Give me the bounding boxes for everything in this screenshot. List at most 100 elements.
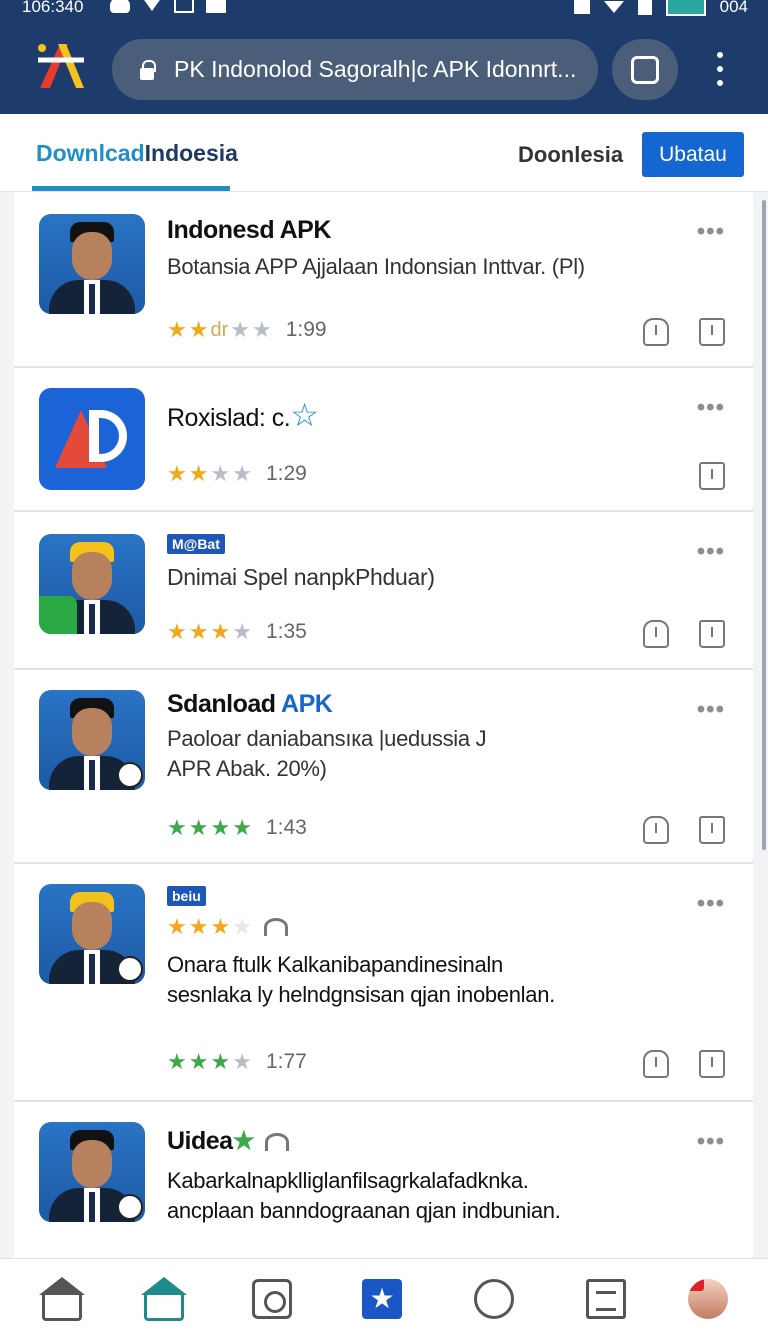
active-tab-indicator (32, 186, 230, 191)
app-description-line2: ancplaan banndograanan qjan indbunian. (167, 1198, 561, 1223)
list-item[interactable]: Roxislad: c.☆ ★ ★ ★ ★ 1:29 ••• (14, 368, 753, 512)
tabs-button[interactable] (612, 39, 678, 100)
url-text: PK Indonolod Sagoralh|c APK Idonnrt... (174, 56, 577, 82)
star-icon: ★ (232, 815, 252, 840)
share-icon[interactable] (643, 816, 669, 844)
lock-icon (138, 59, 156, 80)
list-item[interactable]: Sdanload APK Paoloar daniabansıка |uedus… (14, 670, 753, 864)
chat-icon[interactable] (474, 1279, 514, 1319)
star-icon: ★ (210, 815, 231, 840)
status-bar: 106:340 004 (0, 0, 768, 22)
app-tag: M@Bat (167, 534, 225, 554)
star-icon: ★ (232, 619, 252, 644)
app-description-line2: APR Abak. 20%) (167, 756, 327, 781)
app-rating: ★ ★ ★ ★ 1:35 (167, 620, 307, 644)
tab-label-part1: Downlcad (36, 140, 145, 166)
app-description: Onara ftulk Kalkanibapandinesinaln (167, 952, 503, 977)
save-icon[interactable] (699, 620, 725, 648)
list-item[interactable]: beiu ★ ★ ★ ★ Onara ftulk Kalkanibapandines… (14, 864, 753, 1102)
home-active-icon[interactable] (141, 1277, 187, 1321)
page-header: DownlcadIndoesia Doonlesia Ubatau (0, 114, 768, 192)
star-icon: ★ (167, 914, 187, 939)
more-vert-icon[interactable] (706, 52, 734, 86)
url-bar[interactable]: PK Indonolod Sagoralh|c APK Idonnrt... (112, 39, 598, 100)
save-icon[interactable] (699, 318, 725, 346)
notification-mail-icon (174, 0, 194, 13)
status-time: 106:340 (22, 0, 84, 16)
save-icon[interactable] (699, 816, 725, 844)
scrollbar[interactable] (762, 200, 766, 850)
app-thumbnail (39, 534, 145, 634)
notification-app-icon (206, 0, 226, 13)
profile-avatar-icon[interactable] (688, 1279, 728, 1319)
app-title[interactable]: Sdanload APK (167, 690, 333, 719)
app-rating: ★ ★ dr ★ ★ 1:99 (167, 318, 327, 342)
star-icon: ★ (188, 619, 209, 644)
app-title-text: Uidea (167, 1127, 233, 1155)
share-icon[interactable] (643, 620, 669, 648)
star-icon: ★ (232, 461, 252, 486)
rating-text: dr (210, 318, 229, 341)
more-options-icon[interactable]: ••• (697, 1128, 725, 1156)
star-icon: ★ (210, 619, 231, 644)
star-icon: ★ (167, 815, 187, 840)
star-icon: ★ (167, 619, 187, 644)
more-options-icon[interactable]: ••• (697, 890, 725, 918)
app-description: Dnimai Spel nanpkPhduar) (167, 564, 435, 590)
more-options-icon[interactable]: ••• (697, 538, 725, 566)
rating-count: 1:29 (265, 462, 307, 485)
app-description: Paoloar daniabansıка |uedussia J (167, 726, 487, 751)
app-top-rating: ★ ★ ★ ★ (167, 916, 288, 938)
share-icon[interactable] (643, 1050, 669, 1078)
browser-chrome: 106:340 004 PK Indonolod Sagoralh|c APK … (0, 0, 768, 114)
app-rating: ★ ★ ★ ★ 1:43 (167, 816, 307, 840)
tab-label-part2: Indoesia (144, 140, 238, 166)
list-item[interactable]: Indonesd APK Botansia APP Ajjalaan Indon… (14, 192, 753, 368)
notification-download-icon (142, 0, 162, 11)
star-icon: ★ (188, 914, 209, 939)
star-icon: ★ (232, 1049, 252, 1074)
star-icon: ★ (188, 815, 209, 840)
share-icon[interactable] (643, 318, 669, 346)
rating-count: 1:77 (265, 1050, 307, 1073)
app-thumbnail (39, 388, 145, 490)
star-icon: ★ (252, 317, 272, 342)
cell-icon (637, 0, 652, 15)
app-list: Indonesd APK Botansia APP Ajjalaan Indon… (14, 192, 753, 1258)
battery-icon (665, 0, 706, 16)
app-title[interactable]: Roxislad: c.☆ (167, 396, 319, 434)
app-title-part2: APK (281, 690, 333, 718)
more-options-icon[interactable]: ••• (697, 394, 725, 422)
settings-icon[interactable] (252, 1279, 292, 1319)
app-rating: ★ ★ ★ ★ 1:29 (167, 462, 307, 486)
star-icon: ★ (210, 461, 231, 486)
list-icon[interactable] (586, 1279, 626, 1319)
app-title-text: Roxislad: c. (167, 404, 291, 432)
tabs-icon (631, 55, 659, 84)
star-icon: ★ (188, 317, 209, 342)
list-item[interactable]: Uidea★ Kabarkalnapklliglanfilsagrkalafad… (14, 1102, 753, 1258)
tab-doonlesia[interactable]: Doonlesia (518, 142, 623, 168)
app-thumbnail (39, 690, 145, 790)
list-item[interactable]: M@Bat Dnimai Spel nanpkPhduar) ★ ★ ★ ★ 1:3… (14, 512, 753, 670)
more-options-icon[interactable]: ••• (697, 218, 725, 246)
ubatau-button[interactable]: Ubatau (642, 132, 744, 177)
app-description: Kabarkalnapklliglanfilsagrkalafadknka. (167, 1168, 529, 1193)
save-icon[interactable] (699, 462, 725, 490)
star-icon: ★ (188, 461, 209, 486)
app-title[interactable]: Indonesd APK (167, 216, 331, 245)
home-outline-icon[interactable] (39, 1277, 85, 1321)
tab-download-indonesia[interactable]: DownlcadIndoesia (36, 140, 238, 167)
signal-icon (264, 1133, 289, 1152)
apk-logo-icon[interactable] (34, 40, 88, 90)
save-icon[interactable] (699, 1050, 725, 1078)
star-icon: ★ (232, 914, 252, 939)
app-title[interactable]: Uidea★ (167, 1126, 289, 1156)
star-outline-icon: ☆ (290, 397, 319, 433)
corner-badge-icon (117, 956, 143, 982)
star-badge-icon[interactable]: ★ (362, 1279, 402, 1319)
status-notification-icons (110, 0, 226, 13)
more-options-icon[interactable]: ••• (697, 696, 725, 724)
notification-heart-icon (110, 0, 130, 13)
bottom-navigation: ★ (0, 1258, 768, 1344)
